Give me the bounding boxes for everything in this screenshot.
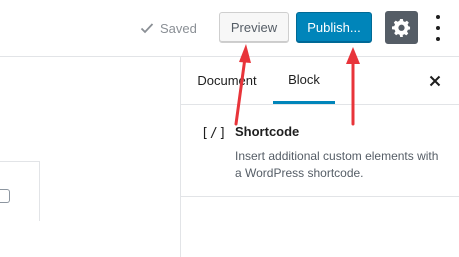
inserter-toggle[interactable] [0,189,10,203]
settings-button[interactable] [385,11,418,44]
preview-label: Preview [230,20,278,35]
close-sidebar-button[interactable] [427,73,443,89]
more-vertical-icon [436,15,440,19]
tab-block-label: Block [288,71,320,87]
preview-button[interactable]: Preview [219,12,289,43]
editor-canvas[interactable] [0,57,180,257]
saved-label: Saved [160,20,197,36]
block-title: Shortcode [235,124,300,139]
more-options-button[interactable] [432,15,444,41]
publish-label: Publish... [307,20,361,35]
block-description: Insert additional custom elements with a… [235,149,439,180]
block-card: [/] Shortcode Insert additional custom e… [181,105,459,197]
editor-screen: Saved Preview Publish... Document Block … [0,0,459,257]
settings-sidebar: Document Block [/] Shortcode Insert addi… [180,57,459,257]
close-icon [429,75,441,87]
more-dot [436,26,440,30]
sidebar-tabs: Document Block [181,57,459,105]
tab-document[interactable]: Document [187,57,267,104]
gear-icon [392,18,411,37]
more-dot [436,37,440,41]
check-icon [140,23,154,34]
tab-document-label: Document [197,73,257,88]
shortcode-icon: [/] [201,126,228,141]
editor-header: Saved Preview Publish... [0,0,459,57]
saved-status: Saved [140,19,197,37]
tab-block[interactable]: Block [273,57,335,104]
publish-button[interactable]: Publish... [296,12,372,43]
